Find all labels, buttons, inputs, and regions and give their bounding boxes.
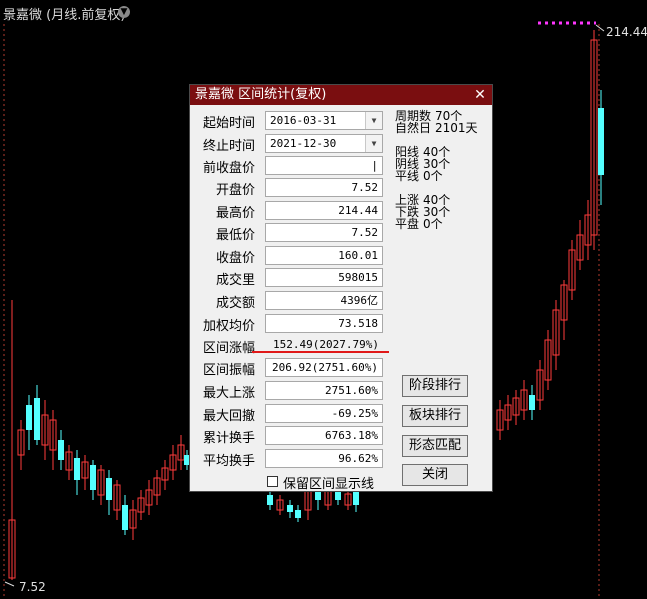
date-select[interactable]: 2016-03-31 ▼ <box>265 111 383 130</box>
value-field: 73.518 <box>265 314 383 333</box>
field-value: | <box>371 159 378 172</box>
row-label: 最高价 <box>215 206 255 221</box>
interval-stats-dialog: 景嘉微 区间统计(复权) ✕ 起始时间 2016-03-31 ▼ 终止时间 2021-1… <box>189 84 493 492</box>
dropdown-arrow-icon[interactable]: ▼ <box>365 112 382 129</box>
field-value: 7.52 <box>351 226 379 239</box>
field-value: 598015 <box>338 271 378 284</box>
row-label: 前收盘价 <box>202 161 255 176</box>
value-field: 2751.60% <box>265 381 383 400</box>
candle-body <box>122 505 128 530</box>
chart-title: 景嘉微 (月线.前复权) <box>3 8 126 23</box>
stat-item: 平盘 0个 <box>395 218 443 230</box>
row-label: 起始时间 <box>202 116 255 131</box>
low-price-label: 7.52 <box>19 580 46 594</box>
field-value: 2021-12-30 <box>270 137 337 150</box>
value-field: 598015 <box>265 268 383 287</box>
candle-body <box>106 478 112 500</box>
row-label: 最大回撤 <box>202 409 255 424</box>
low-pointer <box>4 581 15 587</box>
value-field: 4396亿 <box>265 291 383 310</box>
keep-range-checkbox[interactable] <box>267 476 278 487</box>
row-label: 加权均价 <box>202 319 255 334</box>
candle-body <box>74 458 80 480</box>
candle-body <box>335 492 341 500</box>
field-value: 206.92(2751.60%) <box>272 361 378 374</box>
row-label: 区间振幅 <box>202 363 255 378</box>
stat-value: 2101天 <box>435 121 478 135</box>
close-button[interactable]: 关闭 <box>402 464 468 486</box>
dialog-title-bar[interactable]: 景嘉微 区间统计(复权) ✕ <box>190 85 492 105</box>
pattern-match-button[interactable]: 形态匹配 <box>402 435 468 457</box>
candle-body <box>26 405 32 430</box>
close-icon[interactable]: ✕ <box>472 87 488 103</box>
row-label: 终止时间 <box>202 139 255 154</box>
field-value: 73.518 <box>338 317 378 330</box>
stat-item: 平线 0个 <box>395 170 443 182</box>
date-select[interactable]: 2021-12-30 ▼ <box>265 134 383 153</box>
candle-body <box>34 398 40 440</box>
row-label: 最大上涨 <box>202 386 255 401</box>
dropdown-arrow-icon[interactable]: ▼ <box>365 135 382 152</box>
row-label: 区间涨幅 <box>202 341 255 356</box>
row-label: 成交里 <box>215 273 255 288</box>
candle-body <box>287 505 293 512</box>
candle-body <box>529 395 535 410</box>
value-field: | <box>265 156 383 175</box>
stat-key: 平盘 <box>395 217 420 231</box>
field-value: 152.49(2027.79%) <box>273 338 379 351</box>
value-field: 96.62% <box>265 449 383 468</box>
field-value: 2751.60% <box>325 384 378 397</box>
candle-body <box>267 495 273 505</box>
stat-value: 0个 <box>423 169 443 183</box>
row-label: 累计换手 <box>202 431 255 446</box>
value-field: 206.92(2751.60%) <box>265 358 383 377</box>
candle-body <box>295 510 301 518</box>
dialog-title: 景嘉微 区间统计(复权) <box>195 87 327 102</box>
candle-body <box>90 465 96 490</box>
field-value: 6763.18% <box>325 429 378 442</box>
field-value: 96.62% <box>338 452 378 465</box>
row-label: 成交额 <box>215 296 255 311</box>
value-field: -69.25% <box>265 404 383 423</box>
value-field: 6763.18% <box>265 426 383 445</box>
value-field: 7.52 <box>265 223 383 242</box>
value-field: 214.44 <box>265 201 383 220</box>
value-field: 7.52 <box>265 178 383 197</box>
title-dropdown-icon[interactable]: ▼ <box>118 6 130 18</box>
stat-value: 0个 <box>423 217 443 231</box>
sector-rank-button[interactable]: 板块排行 <box>402 405 468 427</box>
candle-body <box>598 108 604 175</box>
value-field: 160.01 <box>265 246 383 265</box>
field-value: 160.01 <box>338 249 378 262</box>
keep-range-checkbox-label: 保留区间显示线 <box>283 477 375 492</box>
field-value: 214.44 <box>338 204 378 217</box>
high-pointer <box>595 24 605 32</box>
high-price-label: 214.44 <box>606 25 647 39</box>
stat-key: 平线 <box>395 169 420 183</box>
field-value: 7.52 <box>351 181 379 194</box>
row-label: 最低价 <box>215 228 255 243</box>
stage-rank-button[interactable]: 阶段排行 <box>402 375 468 397</box>
highlight-underline <box>252 351 389 353</box>
candle-body <box>353 492 359 505</box>
stat-key: 自然日 <box>395 121 432 135</box>
field-value: -69.25% <box>331 407 378 420</box>
field-value: 4396亿 <box>340 294 379 307</box>
row-label: 开盘价 <box>215 183 255 198</box>
row-label: 收盘价 <box>215 251 255 266</box>
candle-body <box>58 440 64 460</box>
stat-item: 自然日 2101天 <box>395 122 478 134</box>
row-label: 平均换手 <box>202 454 255 469</box>
field-value: 2016-03-31 <box>270 114 337 127</box>
